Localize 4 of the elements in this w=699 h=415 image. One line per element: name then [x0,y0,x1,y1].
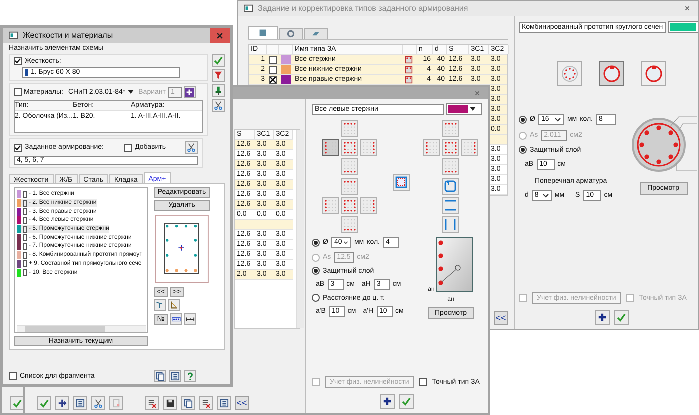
collapse-button[interactable]: << [494,311,508,325]
collapse-button[interactable]: << [235,396,249,410]
window-title: Жесткости и материалы [23,31,114,40]
window-title: Задание и корректировка типов заданного армирования [258,4,470,13]
